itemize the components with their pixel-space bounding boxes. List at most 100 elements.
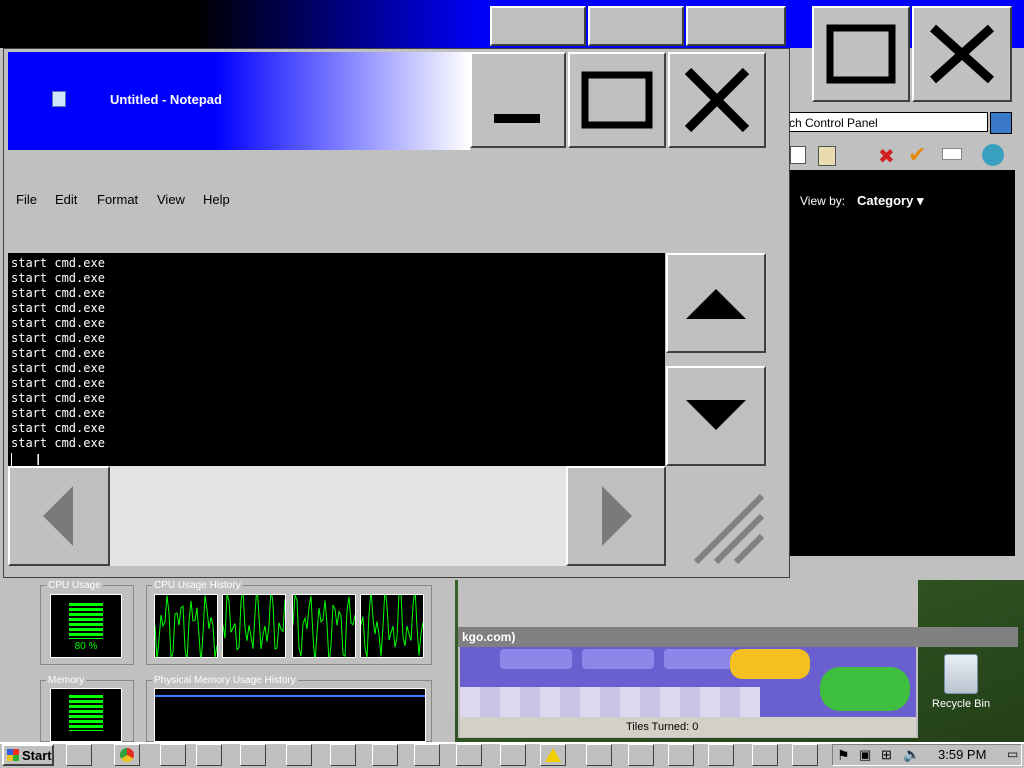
start-label: Start: [22, 747, 52, 763]
game-taskbar-icon[interactable]: [792, 744, 818, 766]
close-icon: [684, 67, 750, 133]
menu-help[interactable]: Help: [203, 192, 230, 207]
cpu-history-label: CPU Usage History: [152, 580, 243, 591]
notepad-text-area[interactable]: start cmd.exe start cmd.exe start cmd.ex…: [8, 253, 665, 466]
back-minimize-button[interactable]: [490, 6, 586, 46]
warning-taskbar-icon[interactable]: [540, 744, 566, 766]
back-maximize-button[interactable]: [588, 6, 684, 46]
text-line: start cmd.exe: [11, 271, 105, 285]
game-canvas[interactable]: [460, 647, 916, 717]
scroll-left-button[interactable]: [8, 466, 110, 566]
text-line: start cmd.exe: [11, 346, 105, 360]
text-line: start cmd.exe: [11, 301, 105, 315]
text-line: start cmd.exe: [11, 421, 105, 435]
network-taskbar-icon[interactable]: [196, 744, 222, 766]
arrow-down-icon: [686, 400, 746, 430]
paint-taskbar-icon[interactable]: [286, 744, 312, 766]
cpu-history-graph-4: [360, 587, 424, 658]
memory-label: Memory: [46, 675, 87, 686]
close-button[interactable]: [668, 52, 766, 148]
text-line: start cmd.exe: [11, 256, 105, 270]
menu-view[interactable]: View: [157, 192, 185, 207]
text-line: start cmd.exe: [11, 331, 105, 345]
computer-taskbar-icon[interactable]: [240, 744, 266, 766]
control-panel-content: [790, 170, 1015, 556]
menu-file[interactable]: File: [16, 192, 37, 207]
text-line: start cmd.exe: [11, 391, 105, 405]
taskbar-clock[interactable]: 3:59 PM: [938, 747, 986, 762]
search-icon[interactable]: [990, 112, 1012, 134]
desktop-icon[interactable]: ▭: [1007, 747, 1018, 761]
memory-meter: [50, 688, 122, 742]
explorer-taskbar-icon[interactable]: [66, 744, 92, 766]
checkmark-icon[interactable]: ✔: [908, 142, 926, 168]
close-icon: [929, 24, 995, 84]
no-entry-taskbar-icon[interactable]: [500, 744, 526, 766]
cpu-usage-value: 80 %: [74, 641, 98, 652]
printer-taskbar-icon[interactable]: [628, 744, 654, 766]
back-close-button[interactable]: [686, 6, 786, 46]
game-status-bar: Tiles Turned: 0: [460, 717, 916, 737]
minimize-button[interactable]: [470, 52, 566, 148]
record-taskbar-icon[interactable]: [586, 744, 612, 766]
chrome-taskbar-icon[interactable]: [114, 744, 140, 766]
mail-icon[interactable]: [942, 148, 962, 160]
memory-history-graph: [154, 688, 426, 742]
arrow-left-icon: [43, 486, 73, 546]
view-by-dropdown[interactable]: Category ▾: [857, 193, 924, 209]
chevron-down-icon: ▾: [916, 193, 924, 208]
minimize-icon: [494, 114, 540, 123]
text-line: start cmd.exe: [11, 286, 105, 300]
start-button[interactable]: Start: [2, 744, 54, 766]
recycle-bin-icon[interactable]: [932, 650, 992, 700]
text-caret: [11, 453, 12, 466]
maximize-icon: [826, 24, 896, 84]
resize-grip-icon: [693, 493, 765, 565]
notepad-titlebar[interactable]: [8, 52, 470, 150]
text-line: start cmd.exe: [11, 316, 105, 330]
cpu-usage-label: CPU Usage: [46, 580, 103, 591]
control-panel-search-input[interactable]: rch Control Panel: [770, 112, 988, 132]
arrow-right-icon: [602, 486, 632, 546]
notepad-icon: [52, 91, 66, 107]
recycle-bin-label[interactable]: Recycle Bin: [932, 698, 990, 710]
globe-icon[interactable]: [982, 144, 1004, 166]
cp-maximize-button[interactable]: [812, 6, 910, 102]
messenger-taskbar-icon[interactable]: [160, 744, 186, 766]
text-line: start cmd.exe: [11, 436, 105, 450]
drive-taskbar-icon[interactable]: [372, 744, 398, 766]
cp-close-button[interactable]: [912, 6, 1012, 102]
cpu-history-graph-2: [222, 584, 286, 658]
people-taskbar-icon[interactable]: [668, 744, 694, 766]
resize-grip[interactable]: [666, 466, 766, 566]
scroll-right-button[interactable]: [566, 466, 666, 566]
text-line: start cmd.exe: [11, 406, 105, 420]
control-panel-toolbar: ✖ ✔: [770, 140, 1020, 170]
window-title: Untitled - Notepad: [110, 92, 222, 107]
scroll-down-button[interactable]: [666, 366, 766, 466]
game-logo: [820, 667, 910, 711]
delete-icon[interactable]: ✖: [878, 144, 895, 169]
windows-logo-icon: [7, 749, 19, 761]
menu-edit[interactable]: Edit: [55, 192, 77, 207]
notepad-taskbar-icon[interactable]: [414, 744, 440, 766]
scroll-up-button[interactable]: [666, 253, 766, 353]
volume-icon[interactable]: 🔈: [903, 746, 920, 763]
control-panel-titlebar[interactable]: [0, 0, 490, 48]
menu-format[interactable]: Format: [97, 192, 138, 207]
view-by-value: Category: [857, 193, 914, 208]
maximize-button[interactable]: [568, 52, 666, 148]
media-taskbar-icon[interactable]: [330, 744, 356, 766]
calculator-taskbar-icon[interactable]: [708, 744, 734, 766]
game-titlebar[interactable]: kgo.com): [458, 627, 1018, 647]
flag-icon[interactable]: ⚑: [837, 747, 850, 764]
arrow-taskbar-icon[interactable]: [456, 744, 482, 766]
arrow-up-icon: [686, 289, 746, 319]
paste-icon[interactable]: [818, 146, 836, 166]
power-tray-icon[interactable]: ⊞: [881, 747, 892, 763]
network-tray-icon[interactable]: ▣: [859, 747, 871, 763]
copy-icon[interactable]: [790, 146, 806, 164]
cpu-history-graph-1: [154, 594, 218, 664]
display-taskbar-icon[interactable]: [752, 744, 778, 766]
tiles-turned-text: Tiles Turned: 0: [626, 721, 699, 733]
